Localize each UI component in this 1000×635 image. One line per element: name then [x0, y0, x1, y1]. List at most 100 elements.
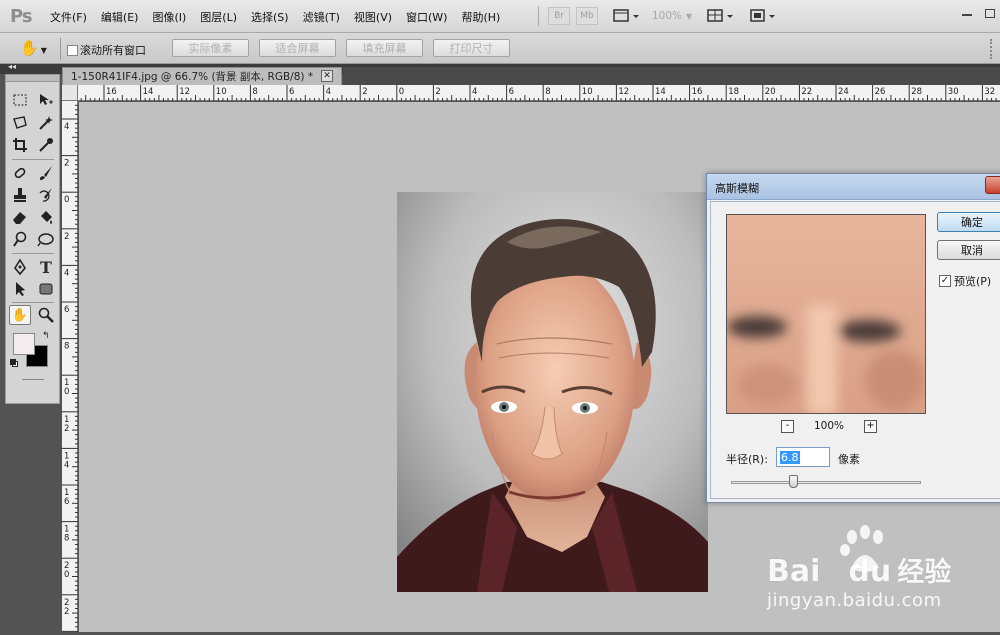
dialog-titlebar[interactable]: 高斯模糊	[707, 174, 1000, 200]
vertical-ruler[interactable]: 420246810121416182022	[62, 101, 78, 632]
hand-tool-preset-icon[interactable]: ✋ ▼	[20, 39, 52, 57]
menu-filter[interactable]: 滤镜(T)	[303, 9, 340, 25]
clone-stamp-tool-icon[interactable]	[9, 185, 31, 205]
bridge-button[interactable]: Br	[548, 7, 570, 25]
lasso-tool-icon[interactable]	[9, 113, 31, 133]
menu-view[interactable]: 视图(V)	[354, 9, 392, 25]
document-tab[interactable]: 1-150R41IF4.jpg @ 66.7% (背景 副本, RGB/8) *…	[62, 67, 342, 85]
ruler-label: 28	[911, 87, 922, 97]
move-tool-icon[interactable]	[35, 90, 57, 110]
eyedropper-tool-icon[interactable]	[35, 135, 57, 155]
scroll-all-option[interactable]: 滚动所有窗口	[67, 42, 146, 58]
minimize-icon[interactable]	[962, 14, 972, 16]
radius-input[interactable]: 6.8	[776, 447, 830, 467]
ruler-label: 4	[326, 87, 331, 97]
preview-left-eye	[727, 316, 787, 338]
panel-grip-icon[interactable]	[990, 39, 996, 59]
zoom-tool-icon[interactable]	[35, 305, 57, 325]
arrange-documents-icon[interactable]	[706, 7, 734, 25]
radius-label: 半径(R):	[726, 453, 768, 466]
actual-pixels-button[interactable]: 实际像素	[172, 39, 249, 57]
default-colors-icon[interactable]	[10, 359, 19, 368]
ruler-label: 8	[545, 87, 550, 97]
quick-mask-icon[interactable]	[22, 379, 44, 380]
ruler-label: 6	[64, 305, 69, 315]
toolbox-divider	[12, 302, 54, 303]
magic-wand-tool-icon[interactable]	[35, 113, 57, 133]
zoom-level-field[interactable]: 100%	[652, 10, 682, 22]
paint-bucket-tool-icon[interactable]	[35, 207, 57, 227]
ruler-label: 2	[64, 607, 69, 617]
ruler-label: 18	[728, 87, 739, 97]
left-pupil	[502, 405, 506, 409]
menu-select[interactable]: 选择(S)	[251, 9, 289, 25]
dialog-close-button[interactable]	[985, 176, 1000, 194]
path-selection-tool-icon[interactable]	[9, 279, 31, 299]
toolbox-grip[interactable]	[6, 75, 59, 82]
zoom-dropdown-icon[interactable]: ▼	[686, 12, 692, 21]
radius-slider-track[interactable]	[731, 481, 921, 484]
eraser-tool-icon[interactable]	[9, 207, 31, 227]
document-title: 1-150R41IF4.jpg @ 66.7% (背景 副本, RGB/8) *	[71, 71, 314, 83]
brush-tool-icon[interactable]	[35, 163, 57, 183]
marquee-tool-icon[interactable]	[9, 90, 31, 110]
swap-colors-icon[interactable]: ↰	[42, 331, 50, 341]
menu-image[interactable]: 图像(I)	[152, 9, 186, 25]
ruler-label: 8	[64, 534, 69, 544]
close-document-icon[interactable]: ✕	[321, 70, 333, 82]
restore-icon[interactable]	[985, 9, 995, 18]
scroll-all-checkbox[interactable]	[67, 44, 78, 56]
healing-brush-tool-icon[interactable]	[9, 163, 31, 183]
ruler-label: 2	[362, 87, 367, 97]
mini-bridge-button[interactable]: Mb	[576, 7, 598, 25]
ruler-label: 16	[692, 87, 703, 97]
ok-button[interactable]: 确定	[937, 212, 1000, 232]
horizontal-ruler-ticks: 16 14 12 10 8 6 4 2 0 2 4 6 8 10 12 14 16 18 20 22 24 26 28 30 3…	[80, 85, 997, 101]
print-size-button[interactable]: 打印尺寸	[433, 39, 510, 57]
vertical-ruler-ticks: 420246810121416182022	[62, 104, 78, 632]
blur-tool-icon[interactable]	[35, 229, 57, 249]
ruler-label: 2	[64, 232, 69, 242]
collapse-panels-icon[interactable]: ◂◂	[8, 62, 16, 71]
preview-cheek-shadow	[865, 350, 925, 410]
pen-tool-icon[interactable]	[9, 257, 31, 277]
preview-right-eye	[837, 320, 901, 342]
history-brush-tool-icon[interactable]	[35, 185, 57, 205]
crop-tool-icon[interactable]	[9, 135, 31, 155]
view-extras-icon[interactable]	[612, 7, 640, 25]
document-photo[interactable]	[397, 192, 708, 592]
ruler-label: 10	[582, 87, 593, 97]
rectangle-tool-icon[interactable]	[35, 279, 57, 299]
ruler-origin[interactable]	[62, 85, 78, 101]
foreground-background-colors[interactable]: ↰	[10, 331, 54, 371]
preview-checkbox-row[interactable]: ✓ 预览(P)	[939, 273, 991, 289]
menu-divider	[538, 6, 539, 26]
ruler-label: 4	[64, 122, 69, 132]
blur-preview[interactable]	[726, 214, 926, 414]
ruler-label: 2	[64, 424, 69, 434]
menu-edit[interactable]: 编辑(E)	[101, 9, 139, 25]
menu-layer[interactable]: 图层(L)	[200, 9, 237, 25]
hand-tool-icon[interactable]: ✋	[9, 305, 31, 325]
dodge-tool-icon[interactable]	[9, 229, 31, 249]
ruler-label: 0	[64, 570, 69, 580]
ruler-label: 12	[618, 87, 629, 97]
fit-screen-button[interactable]: 适合屏幕	[259, 39, 336, 57]
cancel-button[interactable]: 取消	[937, 240, 1000, 260]
screen-mode-icon[interactable]	[748, 7, 776, 25]
preview-nose	[807, 305, 837, 413]
zoom-out-button[interactable]: -	[781, 420, 794, 433]
menu-window[interactable]: 窗口(W)	[406, 9, 447, 25]
preview-checkbox[interactable]: ✓	[939, 275, 951, 287]
fill-screen-button[interactable]: 填充屏幕	[346, 39, 423, 57]
menu-help[interactable]: 帮助(H)	[461, 9, 500, 25]
menu-file[interactable]: 文件(F)	[50, 9, 87, 25]
ruler-label: 6	[289, 87, 294, 97]
ruler-label: 14	[143, 87, 154, 97]
radius-slider-thumb[interactable]	[789, 475, 798, 488]
horizontal-ruler[interactable]: 16 14 12 10 8 6 4 2 0 2 4 6 8 10 12 14 16 18 20 22 24 26 28 30 3…	[78, 85, 1000, 101]
ruler-label: 6	[64, 497, 69, 507]
zoom-in-button[interactable]: +	[864, 420, 877, 433]
type-tool-icon[interactable]: T	[35, 257, 57, 277]
foreground-color-swatch[interactable]	[13, 333, 35, 355]
